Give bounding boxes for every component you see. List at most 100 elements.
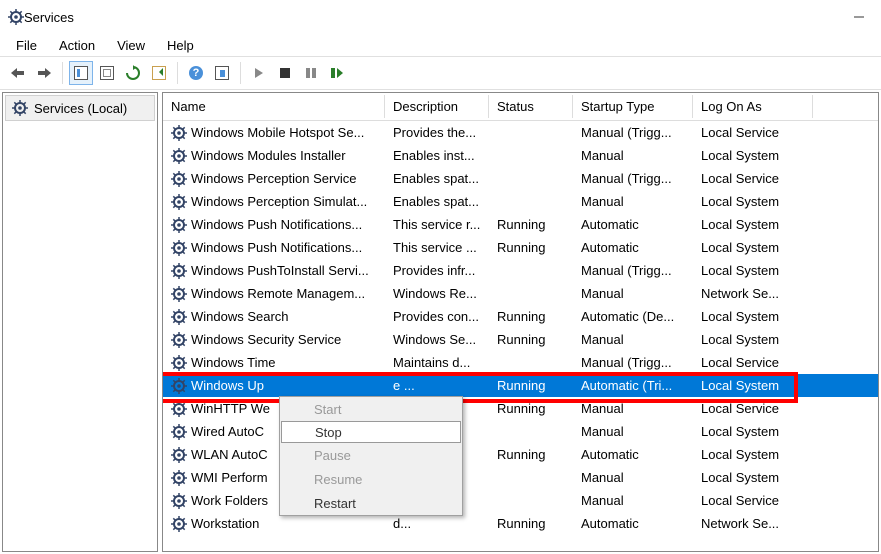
- svc-logon: Local System: [693, 259, 813, 282]
- service-row[interactable]: Windows Perception ServiceEnables spat..…: [163, 167, 878, 190]
- svc-startup: Manual (Trigg...: [573, 167, 693, 190]
- gear-icon: [171, 447, 187, 463]
- help-button[interactable]: ?: [184, 61, 208, 85]
- service-row[interactable]: Windows TimeMaintains d...Manual (Trigg.…: [163, 351, 878, 374]
- export-list-button[interactable]: [147, 61, 171, 85]
- show-hide-tree-button[interactable]: [69, 61, 93, 85]
- svc-startup: Manual: [573, 328, 693, 351]
- svc-startup: Manual: [573, 466, 693, 489]
- service-row[interactable]: Windows Upe ...RunningAutomatic (Tri...L…: [163, 374, 878, 397]
- svc-startup: Manual: [573, 144, 693, 167]
- svc-desc: Provides con...: [385, 305, 489, 328]
- svc-logon: Local System: [693, 466, 813, 489]
- gear-icon: [171, 217, 187, 233]
- svc-logon: Local System: [693, 305, 813, 328]
- svc-desc: Provides the...: [385, 121, 489, 144]
- svc-name: WinHTTP We: [191, 397, 270, 420]
- list-header[interactable]: Name Description Status Startup Type Log…: [163, 93, 878, 121]
- service-row[interactable]: Windows Push Notifications...This servic…: [163, 236, 878, 259]
- gear-icon: [171, 286, 187, 302]
- svc-startup: Manual (Trigg...: [573, 121, 693, 144]
- list-body[interactable]: Windows Mobile Hotspot Se...Provides the…: [163, 121, 878, 551]
- cm-pause[interactable]: Pause: [280, 443, 462, 467]
- svc-name: Wired AutoC: [191, 420, 264, 443]
- svc-name: Windows Remote Managem...: [191, 282, 365, 305]
- svc-startup: Automatic (De...: [573, 305, 693, 328]
- service-row[interactable]: Windows SearchProvides con...RunningAuto…: [163, 305, 878, 328]
- menu-action[interactable]: Action: [49, 36, 105, 55]
- svc-logon: Local System: [693, 144, 813, 167]
- svc-status: Running: [489, 236, 573, 259]
- service-row[interactable]: WMI Perform...ManualLocal System: [163, 466, 878, 489]
- tree-panel[interactable]: Services (Local): [2, 92, 158, 552]
- app-icon: [8, 9, 24, 25]
- svc-status: Running: [489, 328, 573, 351]
- col-startup[interactable]: Startup Type: [573, 95, 693, 118]
- title-bar: Services: [0, 0, 881, 34]
- svc-desc: Enables spat...: [385, 190, 489, 213]
- service-row[interactable]: Work Folders...ManualLocal Service: [163, 489, 878, 512]
- restart-service-button[interactable]: [325, 61, 349, 85]
- gear-icon: [171, 424, 187, 440]
- toolbar: ?: [0, 56, 881, 90]
- refresh-button[interactable]: [121, 61, 145, 85]
- svc-name: WMI Perform: [191, 466, 268, 489]
- svc-startup: Manual: [573, 190, 693, 213]
- start-service-button[interactable]: [247, 61, 271, 85]
- tree-root-label: Services (Local): [34, 101, 127, 116]
- minimize-button[interactable]: [837, 0, 881, 34]
- gear-icon: [171, 263, 187, 279]
- main-split: Services (Local) Name Description Status…: [0, 90, 881, 554]
- service-row[interactable]: Wired AutoC...ManualLocal System: [163, 420, 878, 443]
- cm-start[interactable]: Start: [280, 397, 462, 421]
- menu-file[interactable]: File: [6, 36, 47, 55]
- service-row[interactable]: Windows Perception Simulat...Enables spa…: [163, 190, 878, 213]
- col-logon[interactable]: Log On As: [693, 95, 813, 118]
- cm-stop[interactable]: Stop: [281, 421, 461, 443]
- svc-name: WLAN AutoC: [191, 443, 268, 466]
- service-row[interactable]: Windows Remote Managem...Windows Re...Ma…: [163, 282, 878, 305]
- cm-restart[interactable]: Restart: [280, 491, 462, 515]
- toolbar-button[interactable]: [210, 61, 234, 85]
- svc-status: Running: [489, 213, 573, 236]
- service-row[interactable]: Windows PushToInstall Servi...Provides i…: [163, 259, 878, 282]
- service-row[interactable]: WinHTTP We...RunningManualLocal Service: [163, 397, 878, 420]
- stop-service-button[interactable]: [273, 61, 297, 85]
- svc-name: Windows Push Notifications...: [191, 213, 362, 236]
- service-row[interactable]: Windows Push Notifications... This servic…: [163, 213, 878, 236]
- window-title: Services: [24, 10, 74, 25]
- svc-logon: Local System: [693, 190, 813, 213]
- col-status[interactable]: Status: [489, 95, 573, 118]
- back-button[interactable]: [6, 61, 30, 85]
- svc-name: Windows Modules Installer: [191, 144, 346, 167]
- col-description[interactable]: Description: [385, 95, 489, 118]
- col-name[interactable]: Name: [163, 95, 385, 118]
- service-row[interactable]: Windows Security ServiceWindows Se...Run…: [163, 328, 878, 351]
- svc-logon: Network Se...: [693, 512, 813, 535]
- service-row[interactable]: Workstationd...RunningAutomaticNetwork S…: [163, 512, 878, 535]
- tree-root-item[interactable]: Services (Local): [5, 95, 155, 121]
- service-row[interactable]: Windows Modules InstallerEnables inst...…: [163, 144, 878, 167]
- svc-desc: This service r...: [385, 213, 489, 236]
- svc-name: Windows Time: [191, 351, 276, 374]
- services-list-panel[interactable]: Name Description Status Startup Type Log…: [162, 92, 879, 552]
- menu-help[interactable]: Help: [157, 36, 204, 55]
- separator: [240, 62, 241, 84]
- gear-icon: [171, 401, 187, 417]
- svc-logon: Local Service: [693, 121, 813, 144]
- svc-logon: Local System: [693, 213, 813, 236]
- gear-icon: [12, 100, 28, 116]
- svc-logon: Local Service: [693, 351, 813, 374]
- forward-button[interactable]: [32, 61, 56, 85]
- svc-name: Windows Perception Service: [191, 167, 356, 190]
- cm-resume[interactable]: Resume: [280, 467, 462, 491]
- service-row[interactable]: WLAN AutoCS...RunningAutomaticLocal Syst…: [163, 443, 878, 466]
- gear-icon: [171, 493, 187, 509]
- menu-view[interactable]: View: [107, 36, 155, 55]
- svc-startup: Manual: [573, 489, 693, 512]
- pause-service-button[interactable]: [299, 61, 323, 85]
- service-row[interactable]: Windows Mobile Hotspot Se...Provides the…: [163, 121, 878, 144]
- svc-logon: Local Service: [693, 167, 813, 190]
- gear-icon: [171, 194, 187, 210]
- properties-button[interactable]: [95, 61, 119, 85]
